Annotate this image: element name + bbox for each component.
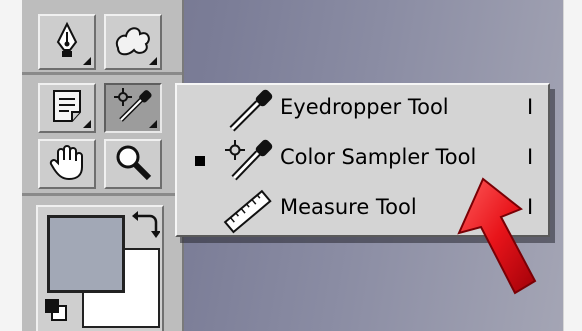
window-frame-right [563,0,582,331]
shape-icon [112,22,154,62]
note-icon [50,88,84,128]
pen-tool-button[interactable] [38,14,96,70]
menu-item-label: Color Sampler Tool [280,145,477,169]
magnifier-icon [114,143,152,185]
pen-nib-icon [50,20,84,64]
menu-item-label: Eyedropper Tool [280,95,449,119]
flyout-indicator [83,57,91,65]
foreground-color-swatch[interactable] [47,215,125,293]
window-frame-left [0,0,23,331]
menu-item-label: Measure Tool [280,195,417,219]
color-sampler-icon [222,138,274,188]
palette-separator [22,72,182,75]
hand-tool-button[interactable] [38,139,96,189]
flyout-indicator [83,120,91,128]
swap-colors-icon[interactable] [130,210,161,244]
default-colors-icon[interactable] [42,296,70,328]
notes-tool-button[interactable] [38,83,96,133]
custom-shape-tool-button[interactable] [104,14,162,70]
eyedropper-tool-button[interactable] [104,83,162,133]
ruler-icon [222,188,274,238]
red-pointer-arrow-icon [455,175,550,304]
menu-item-eyedropper-tool[interactable]: Eyedropper Tool I [177,86,548,134]
flyout-indicator [149,120,157,128]
palette-separator [22,193,182,196]
flyout-indicator [149,57,157,65]
menu-item-shortcut: I [527,95,534,119]
eyedropper-icon [222,88,274,138]
menu-item-shortcut: I [527,145,534,169]
hand-icon [49,143,85,185]
zoom-tool-button[interactable] [104,139,162,189]
current-tool-indicator [195,156,205,166]
